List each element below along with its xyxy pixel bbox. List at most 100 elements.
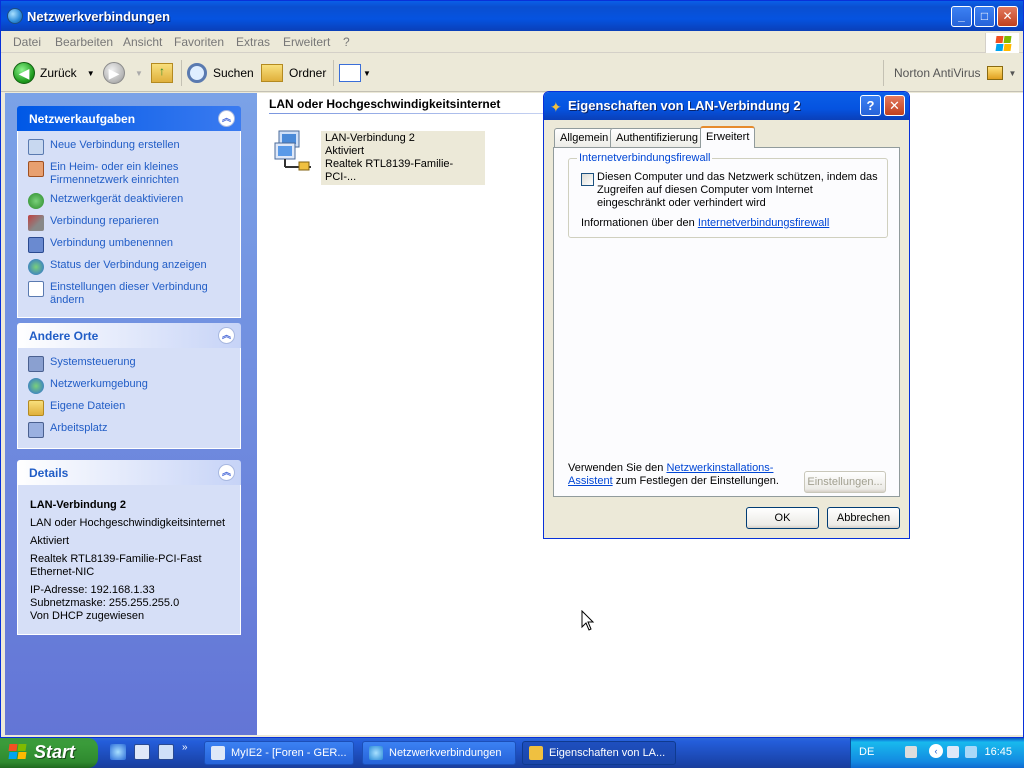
menu-extras[interactable]: Extras (236, 35, 270, 49)
folders-button[interactable]: Ordner (261, 61, 326, 85)
maximize-button[interactable]: □ (974, 6, 995, 27)
dialog-titlebar[interactable]: ✦ Eigenschaften von LAN-Verbindung 2 ? ✕ (544, 92, 909, 120)
wizard-link[interactable]: Netzwerkinstallations- (666, 462, 773, 474)
search-button[interactable]: Suchen (187, 61, 254, 85)
details-header[interactable]: Details ︽ (17, 460, 241, 485)
wizard-prefix: Verwenden Sie den (568, 462, 664, 474)
repair-icon (28, 215, 44, 231)
other-places-header[interactable]: Andere Orte ︽ (17, 323, 241, 348)
connection-label: LAN-Verbindung 2 Aktiviert Realtek RTL81… (321, 131, 485, 185)
close-button[interactable]: ✕ (997, 6, 1018, 27)
firewall-checkbox[interactable] (581, 173, 594, 186)
details-group: Details ︽ LAN-Verbindung 2 LAN oder Hoch… (17, 460, 241, 635)
quicklaunch-ie-icon[interactable] (110, 744, 126, 760)
norton-antivirus-button[interactable]: Norton AntiVirus ▼ (894, 61, 1016, 85)
cancel-button[interactable]: Abbrechen (827, 507, 900, 529)
dialog-close-button[interactable]: ✕ (884, 95, 905, 116)
control-panel-icon (28, 356, 44, 372)
language-indicator[interactable]: DE (859, 746, 874, 758)
place-network[interactable]: Netzwerkumgebung (28, 378, 230, 394)
windows-logo-icon (985, 33, 1019, 53)
back-button[interactable]: ◀ Zurück ▼ (13, 61, 95, 85)
connection-adapter: Realtek RTL8139-Familie-PCI-... (325, 158, 454, 183)
help-button[interactable]: ? (860, 95, 881, 116)
tray-app-icon[interactable] (965, 746, 977, 758)
firewall-info-link[interactable]: Internetverbindungsfirewall (698, 217, 829, 229)
tray-myie-icon[interactable] (947, 746, 959, 758)
task-label: Verbindung umbenennen (50, 237, 173, 249)
taskbar-task-myie[interactable]: MyIE2 - [Foren - GER... (204, 741, 354, 765)
tab-erweitert[interactable]: Erweitert (700, 126, 756, 148)
task-label: Neue Verbindung erstellen (50, 139, 180, 151)
task-home-network[interactable]: Ein Heim- oder ein kleines Firmennetzwer… (28, 161, 230, 187)
folders-label: Ordner (289, 66, 327, 80)
place-control-panel[interactable]: Systemsteuerung (28, 356, 230, 372)
wizard-link-cont[interactable]: Assistent (568, 475, 613, 487)
up-folder-button[interactable]: ↑ (151, 61, 173, 85)
place-label: Eigene Dateien (50, 400, 126, 412)
menu-help[interactable]: ? (343, 35, 350, 49)
dialog-title: Eigenschaften von LAN-Verbindung 2 (568, 98, 801, 113)
menu-ansicht[interactable]: Ansicht (123, 35, 162, 49)
menu-datei[interactable]: Datei (13, 35, 41, 49)
tab-panel-erweitert: Internetverbindungsfirewall Diesen Compu… (553, 147, 900, 497)
network-tasks-header[interactable]: Netzwerkaufgaben ︽ (17, 106, 241, 131)
collapse-icon[interactable]: ︽ (218, 327, 235, 344)
menu-bearbeiten[interactable]: Bearbeiten (55, 35, 113, 49)
window-titlebar[interactable]: Netzwerkverbindungen _ □ ✕ (1, 1, 1023, 31)
start-button[interactable]: Start (0, 738, 98, 768)
lan-properties-icon (529, 746, 543, 760)
chevron-down-icon: ▼ (86, 68, 95, 78)
network-connections-icon (7, 8, 23, 24)
norton-label: Norton AntiVirus (894, 66, 981, 80)
details-adapter: Realtek RTL8139-Familie-PCI-Fast Etherne… (30, 553, 202, 578)
search-label: Suchen (213, 66, 254, 80)
window-title: Netzwerkverbindungen (27, 9, 171, 24)
menu-favoriten[interactable]: Favoriten (174, 35, 224, 49)
ok-button[interactable]: OK (746, 507, 819, 529)
menu-bar: Datei Bearbeiten Ansicht Favoriten Extra… (1, 31, 1023, 53)
taskbar-task-lan-properties[interactable]: Eigenschaften von LA... (522, 741, 676, 765)
task-rename[interactable]: Verbindung umbenennen (28, 237, 230, 253)
task-new-connection[interactable]: Neue Verbindung erstellen (28, 139, 230, 155)
windows-flag-icon (8, 744, 29, 762)
views-icon (339, 64, 361, 82)
tab-authentifizierung[interactable]: Authentifizierung (610, 128, 704, 148)
task-repair[interactable]: Verbindung reparieren (28, 215, 230, 231)
task-label: Netzwerkverbindungen (389, 747, 502, 759)
forward-button[interactable]: ▶ ▼ (103, 61, 143, 85)
firewall-group: Internetverbindungsfirewall Diesen Compu… (568, 152, 888, 238)
task-label: Verbindung reparieren (50, 215, 159, 227)
lan-properties-icon: ✦ (550, 99, 562, 115)
collapse-icon[interactable]: ︽ (218, 464, 235, 481)
connection-status: Aktiviert (325, 145, 365, 157)
views-button[interactable]: ▼ (339, 61, 371, 85)
connection-item[interactable]: LAN-Verbindung 2 Aktiviert Realtek RTL81… (273, 129, 485, 185)
quicklaunch-more-icon[interactable]: » (182, 742, 188, 753)
task-settings[interactable]: Einstellungen dieser Verbindung ändern (28, 281, 230, 307)
menu-erweitert[interactable]: Erweitert (283, 35, 330, 49)
settings-button[interactable]: Einstellungen... (804, 471, 886, 493)
task-label: Status der Verbindung anzeigen (50, 259, 207, 271)
task-label: Ein Heim- oder ein kleines Firmennetzwer… (50, 161, 179, 186)
quicklaunch-myie-icon[interactable] (134, 744, 150, 760)
back-arrow-icon: ◀ (13, 62, 35, 84)
network-connections-icon (369, 746, 383, 760)
other-places-group: Andere Orte ︽ Systemsteuerung Netzwerkum… (17, 323, 241, 449)
rename-icon (28, 237, 44, 253)
place-my-documents[interactable]: Eigene Dateien (28, 400, 230, 416)
start-label: Start (34, 742, 76, 762)
group-title: Andere Orte (29, 329, 99, 343)
task-status[interactable]: Status der Verbindung anzeigen (28, 259, 230, 275)
tab-allgemein[interactable]: Allgemein (554, 128, 615, 148)
quicklaunch-app-icon[interactable] (158, 744, 174, 760)
network-tasks-group: Netzwerkaufgaben ︽ Neue Verbindung erste… (17, 106, 241, 318)
minimize-button[interactable]: _ (951, 6, 972, 27)
place-my-computer[interactable]: Arbeitsplatz (28, 422, 230, 438)
taskbar-task-network[interactable]: Netzwerkverbindungen (362, 741, 516, 765)
tray-network-icon[interactable] (905, 746, 917, 758)
tray-expand-icon[interactable]: ‹ (929, 744, 943, 758)
task-disable-device[interactable]: Netzwerkgerät deaktivieren (28, 193, 230, 209)
firewall-checkbox-label[interactable]: Diesen Computer und das Netzwerk schütze… (597, 171, 883, 210)
collapse-icon[interactable]: ︽ (218, 110, 235, 127)
